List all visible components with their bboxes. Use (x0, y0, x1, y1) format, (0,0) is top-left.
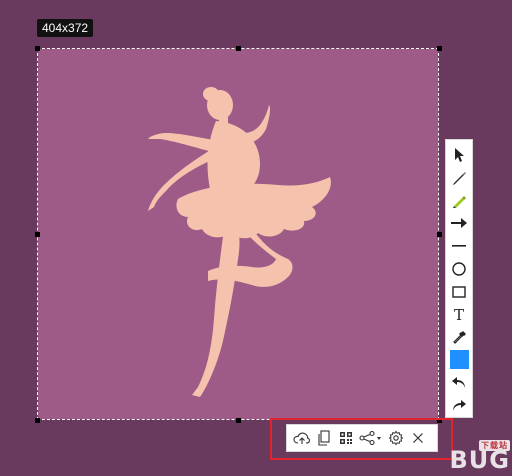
resize-handle-top-center[interactable] (236, 46, 241, 51)
line-icon[interactable] (448, 235, 470, 257)
close-icon[interactable] (407, 427, 429, 449)
resize-handle-top-right[interactable] (437, 46, 442, 51)
text-tool-glyph: T (453, 305, 464, 324)
action-toolbar (286, 424, 438, 452)
resize-handle-bottom-center[interactable] (236, 418, 241, 423)
drawing-toolbar: T (445, 139, 473, 418)
selection-size-label: 404x372 (37, 19, 94, 37)
cursor-icon[interactable] (448, 144, 470, 166)
watermark-logo: BUG 下载站 (450, 440, 510, 474)
rectangle-icon[interactable] (448, 281, 470, 303)
pen-icon[interactable] (448, 167, 470, 189)
undo-icon[interactable] (448, 371, 470, 393)
cloud-upload-icon[interactable] (291, 427, 313, 449)
gear-icon[interactable] (385, 427, 407, 449)
redo-icon[interactable] (448, 394, 470, 416)
selection-image (38, 49, 438, 419)
resize-handle-middle-right[interactable] (437, 232, 442, 237)
watermark-subtext: 下载站 (479, 440, 510, 451)
resize-handle-bottom-left[interactable] (35, 418, 40, 423)
copy-icon[interactable] (313, 427, 335, 449)
selection-area[interactable] (37, 48, 439, 420)
resize-handle-middle-left[interactable] (35, 232, 40, 237)
arrow-icon[interactable] (448, 212, 470, 234)
share-icon[interactable] (357, 427, 385, 449)
color-swatch[interactable] (449, 350, 469, 370)
resize-handle-top-left[interactable] (35, 46, 40, 51)
circle-icon[interactable] (448, 258, 470, 280)
highlighter-icon[interactable] (448, 190, 470, 212)
qr-code-icon[interactable] (335, 427, 357, 449)
eyedropper-icon[interactable] (448, 326, 470, 348)
text-icon[interactable]: T (448, 304, 470, 326)
